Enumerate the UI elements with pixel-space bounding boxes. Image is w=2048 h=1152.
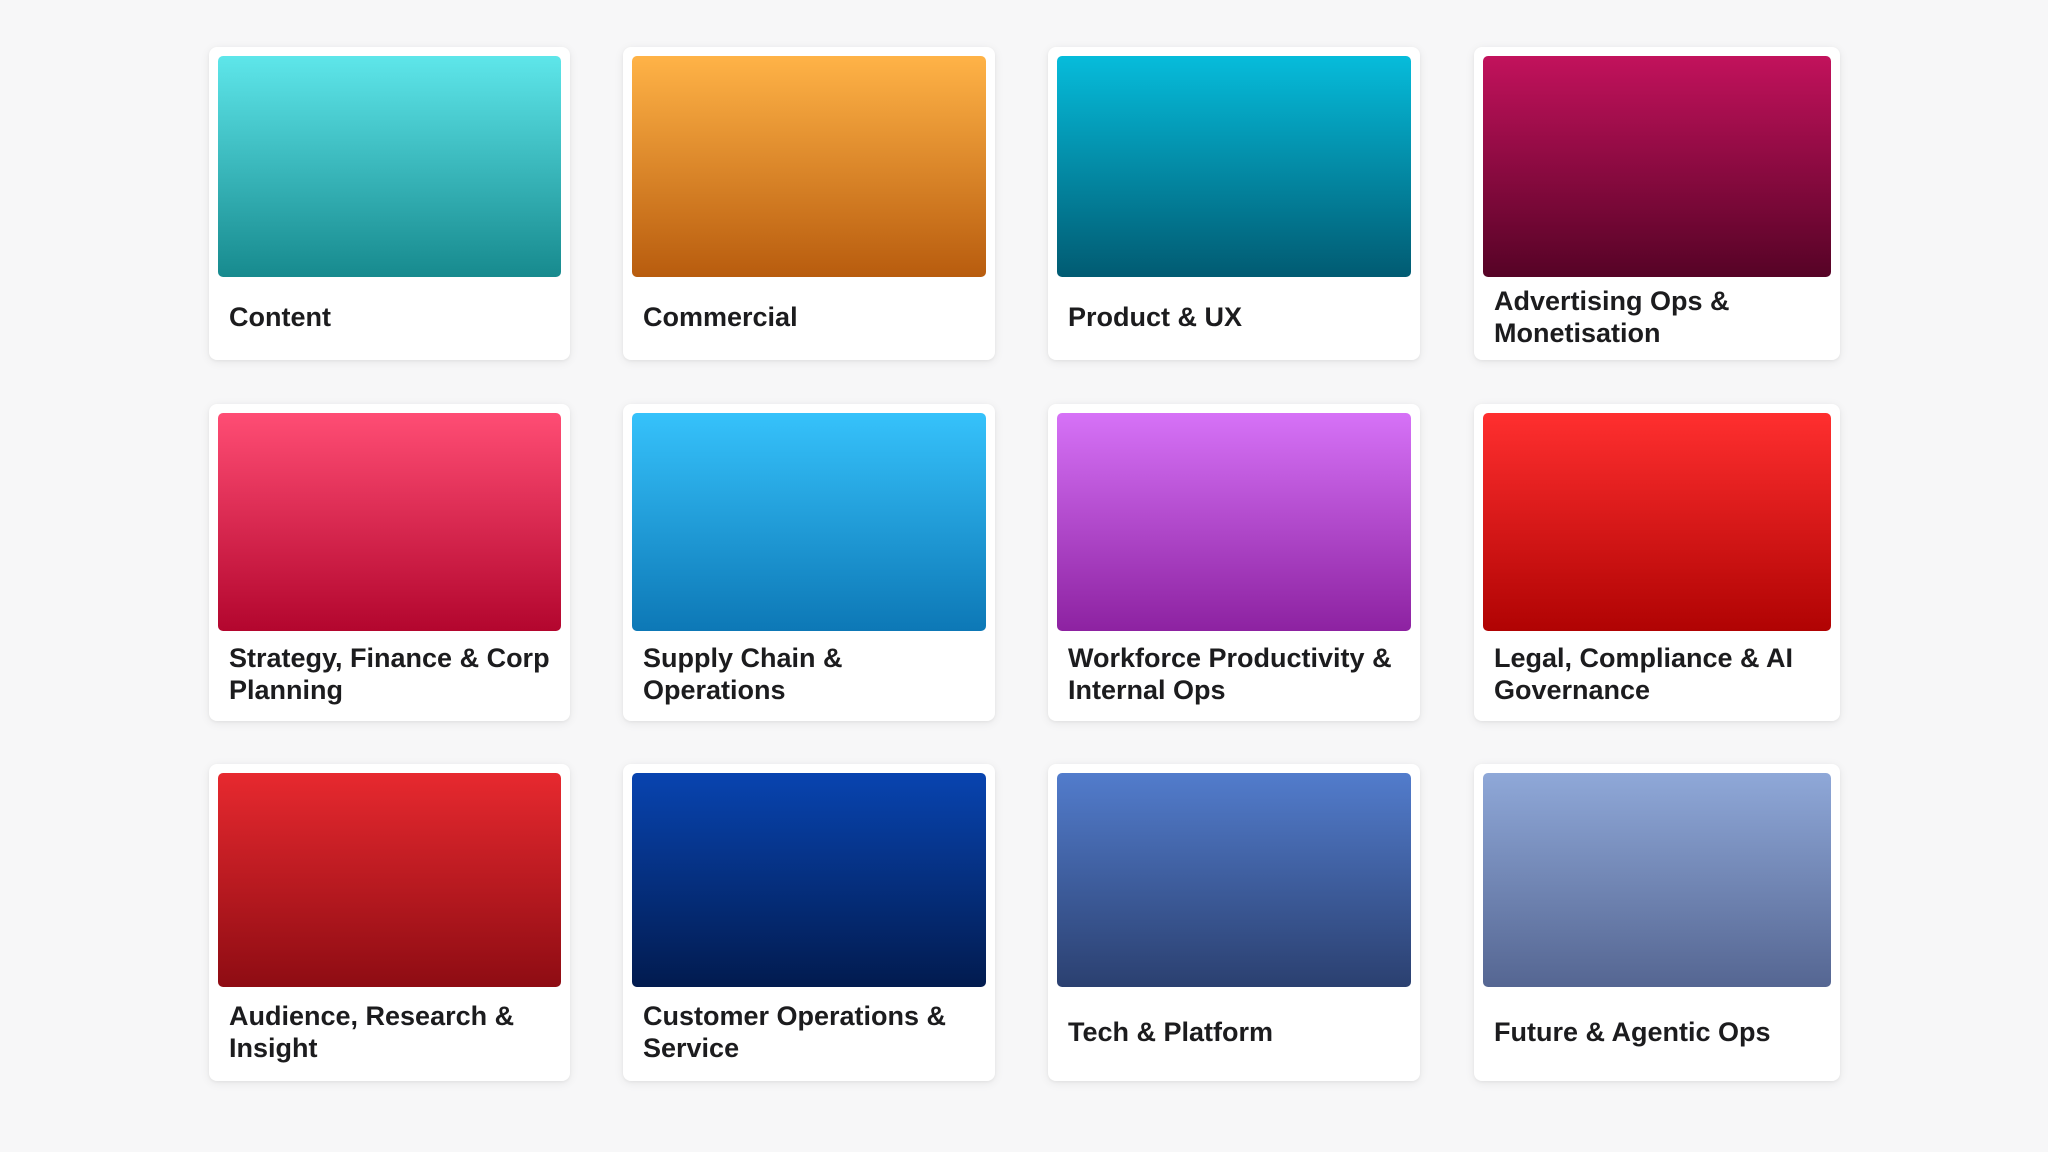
category-label: Audience, Research & Insight (229, 1001, 515, 1063)
color-swatch (632, 773, 986, 987)
category-label: Future & Agentic Ops (1494, 1017, 1771, 1047)
category-label: Content (229, 301, 331, 332)
color-swatch (632, 413, 986, 631)
category-card-customer-operations[interactable]: Customer Operations & Service (623, 764, 995, 1081)
color-swatch (632, 56, 986, 277)
color-swatch (218, 56, 561, 277)
color-swatch (1057, 56, 1411, 277)
category-label: Workforce Productivity & Internal Ops (1068, 643, 1392, 705)
category-card-product-ux[interactable]: Product & UX (1048, 47, 1420, 360)
color-swatch (1483, 773, 1831, 987)
category-card-future-agentic-ops[interactable]: Future & Agentic Ops (1474, 764, 1840, 1081)
category-label: Customer Operations & Service (643, 1001, 947, 1063)
category-card-advertising-ops[interactable]: Advertising Ops & Monetisation (1474, 47, 1840, 360)
category-label: Strategy, Finance & Corp Planning (229, 643, 550, 705)
category-label: Advertising Ops & Monetisation (1494, 285, 1730, 348)
category-grid: Content Commercial Product & UX Advertis… (0, 0, 2048, 1152)
color-swatch (1057, 773, 1411, 987)
category-label: Tech & Platform (1068, 1017, 1274, 1047)
category-card-commercial[interactable]: Commercial (623, 47, 995, 360)
category-card-tech-platform[interactable]: Tech & Platform (1048, 764, 1420, 1081)
color-swatch (218, 413, 561, 631)
category-card-audience-research[interactable]: Audience, Research & Insight (209, 764, 570, 1081)
color-swatch (1483, 56, 1831, 277)
color-swatch (1483, 413, 1831, 631)
category-card-workforce-productivity[interactable]: Workforce Productivity & Internal Ops (1048, 404, 1420, 721)
category-card-legal-compliance[interactable]: Legal, Compliance & AI Governance (1474, 404, 1840, 721)
category-label: Supply Chain & Operations (643, 643, 843, 705)
category-card-supply-chain[interactable]: Supply Chain & Operations (623, 404, 995, 721)
category-card-strategy-finance[interactable]: Strategy, Finance & Corp Planning (209, 404, 570, 721)
color-swatch (218, 773, 561, 987)
category-label: Commercial (643, 301, 798, 332)
category-label: Product & UX (1068, 301, 1243, 332)
category-card-content[interactable]: Content (209, 47, 570, 360)
category-label: Legal, Compliance & AI Governance (1494, 643, 1794, 705)
color-swatch (1057, 413, 1411, 631)
